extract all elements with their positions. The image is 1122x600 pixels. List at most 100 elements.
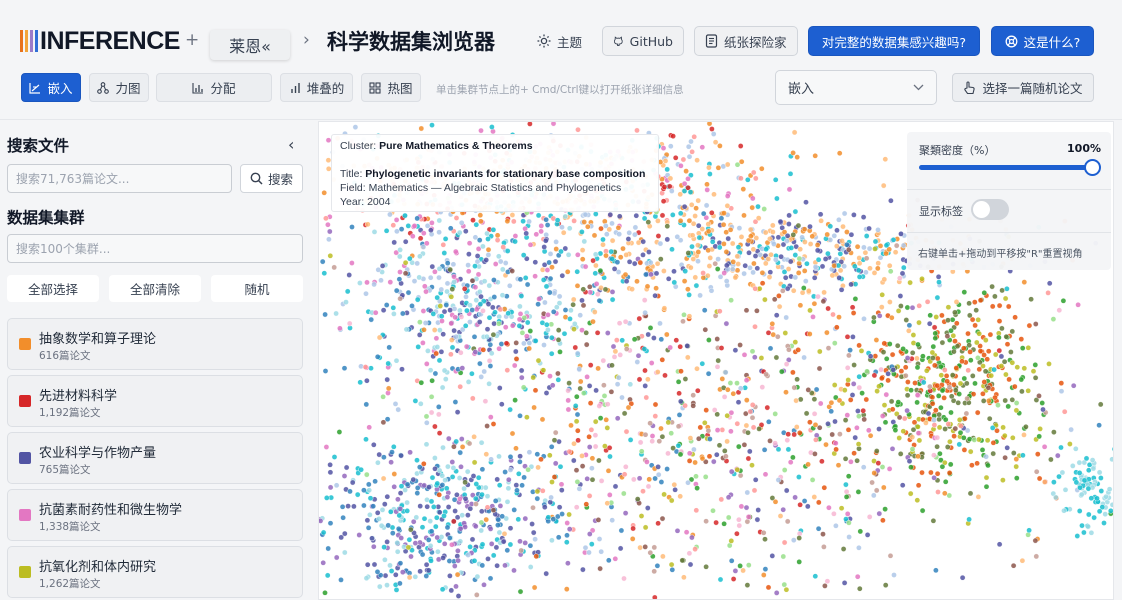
paper-point[interactable] [692, 213, 698, 219]
paper-point[interactable] [655, 520, 661, 527]
paper-point[interactable] [785, 266, 792, 272]
paper-point[interactable] [539, 487, 546, 494]
paper-point[interactable] [580, 566, 586, 573]
paper-point[interactable] [502, 562, 508, 569]
paper-point[interactable] [948, 409, 954, 416]
paper-point[interactable] [684, 354, 691, 361]
paper-point[interactable] [429, 377, 435, 384]
paper-point[interactable] [560, 229, 567, 236]
paper-point[interactable] [374, 509, 381, 516]
paper-point[interactable] [490, 421, 497, 427]
paper-point[interactable] [1001, 358, 1008, 365]
paper-point[interactable] [496, 453, 502, 460]
paper-point[interactable] [613, 337, 620, 343]
paper-point[interactable] [447, 573, 453, 579]
paper-point[interactable] [640, 252, 646, 258]
paper-point[interactable] [531, 584, 538, 591]
paper-point[interactable] [367, 511, 373, 518]
paper-point[interactable] [517, 303, 523, 310]
paper-point[interactable] [751, 354, 758, 360]
paper-point[interactable] [875, 460, 882, 466]
paper-point[interactable] [558, 481, 565, 488]
paper-point[interactable] [908, 387, 914, 394]
paper-point[interactable] [504, 218, 511, 224]
paper-point[interactable] [457, 349, 464, 356]
paper-point[interactable] [711, 191, 717, 198]
paper-point[interactable] [446, 535, 453, 541]
paper-point[interactable] [384, 376, 390, 383]
paper-point[interactable] [509, 430, 516, 437]
paper-point[interactable] [484, 230, 490, 237]
paper-point[interactable] [735, 261, 742, 267]
paper-point[interactable] [992, 293, 998, 300]
paper-point[interactable] [1019, 388, 1025, 395]
paper-point[interactable] [586, 383, 593, 389]
paper-point[interactable] [663, 331, 670, 338]
paper-point[interactable] [380, 475, 387, 482]
paper-point[interactable] [954, 320, 960, 327]
paper-point[interactable] [597, 415, 604, 421]
paper-point[interactable] [754, 516, 761, 523]
paper-point[interactable] [469, 536, 476, 543]
paper-point[interactable] [436, 491, 442, 498]
paper-point[interactable] [875, 227, 881, 233]
paper-point[interactable] [473, 501, 479, 507]
paper-point[interactable] [1106, 486, 1113, 493]
paper-point[interactable] [783, 238, 790, 244]
paper-point[interactable] [466, 240, 473, 246]
paper-point[interactable] [883, 250, 889, 257]
paper-point[interactable] [734, 380, 740, 386]
paper-point[interactable] [806, 331, 813, 337]
paper-point[interactable] [471, 557, 478, 564]
paper-point[interactable] [517, 538, 523, 545]
paper-point[interactable] [759, 269, 766, 276]
paper-point[interactable] [441, 513, 447, 519]
paper-point[interactable] [463, 293, 469, 300]
paper-point[interactable] [758, 165, 765, 172]
paper-point[interactable] [565, 387, 571, 394]
paper-point[interactable] [738, 234, 745, 240]
paper-point[interactable] [377, 583, 383, 590]
paper-point[interactable] [545, 311, 551, 318]
paper-point[interactable] [767, 345, 774, 352]
paper-point[interactable] [797, 501, 803, 508]
paper-point[interactable] [693, 507, 700, 514]
paper-point[interactable] [860, 407, 867, 414]
paper-point[interactable] [787, 258, 794, 265]
paper-point[interactable] [656, 438, 663, 445]
paper-point[interactable] [677, 451, 684, 458]
paper-point[interactable] [957, 380, 964, 387]
paper-point[interactable] [576, 366, 583, 372]
paper-point[interactable] [467, 505, 474, 512]
paper-point[interactable] [936, 416, 942, 423]
paper-point[interactable] [605, 557, 612, 564]
paper-point[interactable] [394, 539, 400, 546]
paper-point[interactable] [945, 304, 952, 310]
paper-point[interactable] [778, 253, 784, 260]
paper-point[interactable] [565, 406, 572, 413]
paper-point[interactable] [916, 437, 923, 444]
paper-point[interactable] [620, 490, 627, 497]
paper-point[interactable] [849, 392, 856, 398]
paper-point[interactable] [397, 269, 403, 275]
paper-point[interactable] [513, 482, 520, 488]
paper-point[interactable] [915, 341, 921, 348]
paper-point[interactable] [629, 536, 636, 542]
paper-point[interactable] [535, 357, 542, 364]
paper-point[interactable] [755, 203, 761, 210]
paper-point[interactable] [916, 302, 923, 309]
paper-point[interactable] [421, 326, 427, 333]
paper-point[interactable] [534, 451, 541, 458]
paper-point[interactable] [356, 532, 363, 538]
paper-point[interactable] [395, 525, 402, 532]
paper-point[interactable] [515, 470, 522, 477]
paper-point[interactable] [577, 378, 584, 385]
paper-point[interactable] [406, 574, 413, 581]
paper-point[interactable] [720, 221, 727, 228]
paper-point[interactable] [649, 438, 656, 445]
paper-point[interactable] [752, 175, 759, 182]
paper-point[interactable] [343, 464, 350, 471]
paper-point[interactable] [1111, 446, 1114, 452]
paper-point[interactable] [520, 218, 526, 224]
paper-point[interactable] [1088, 529, 1095, 536]
